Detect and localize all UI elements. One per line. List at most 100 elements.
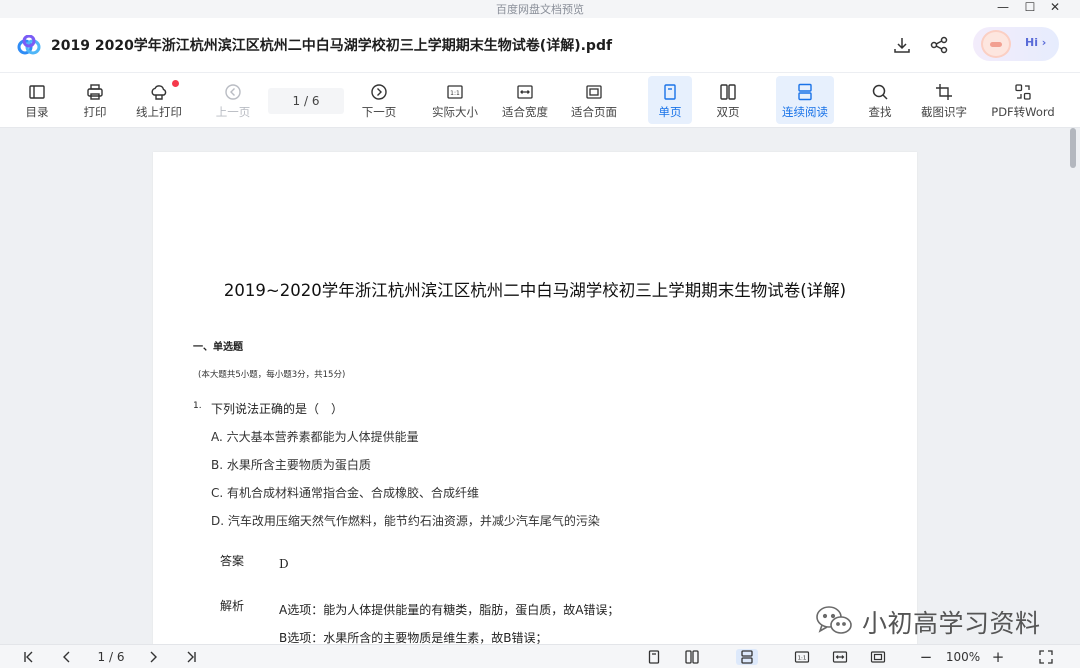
actual-size-bottom-button[interactable]: 1:1 — [792, 649, 812, 665]
next-page-bottom-button[interactable] — [144, 649, 162, 665]
single-page-label: 单页 — [658, 105, 682, 119]
ocr-button[interactable]: 截图识字 — [918, 76, 970, 124]
bottom-bar: 1 / 6 1:1 − 100% + — [0, 644, 1080, 668]
prev-page-bottom-button[interactable] — [58, 649, 76, 665]
double-page-button[interactable]: 双页 — [708, 76, 748, 124]
fit-page-bottom-button[interactable] — [868, 649, 888, 665]
hi-label: Hi › — [1025, 36, 1047, 49]
option-a: A. 六大基本营养素都能为人体提供能量 — [211, 430, 419, 444]
first-page-icon — [24, 651, 33, 663]
chevron-right-icon — [150, 651, 157, 663]
fullscreen-icon — [1039, 650, 1053, 664]
explanation-line: A选项：能为人体提供能量的有糖类，脂肪，蛋白质，故A错误； — [279, 603, 620, 617]
ocr-label: 截图识字 — [921, 105, 967, 119]
fit-width-icon — [832, 651, 848, 663]
document-page: 2019~2020学年浙江杭州滨江区杭州二中白马湖学校初三上学期期末生物试卷(详… — [153, 152, 917, 652]
header: 2019 2020学年浙江杭州滨江区杭州二中白马湖学校初三上学期期末生物试卷(详… — [0, 18, 1080, 72]
option-b: B. 水果所含主要物质为蛋白质 — [211, 458, 371, 472]
fit-width-label: 适合宽度 — [502, 105, 548, 119]
printer-icon — [87, 84, 103, 100]
answer-label: 答案 — [220, 554, 245, 568]
document-title: 2019 2020学年浙江杭州滨江区杭州二中白马湖学校初三上学期期末生物试卷(详… — [51, 38, 613, 54]
fit-width-icon — [517, 85, 533, 99]
double-page-icon — [720, 84, 736, 100]
crop-icon — [936, 84, 952, 100]
next-page-button[interactable]: 下一页 — [356, 76, 402, 124]
fit-page-icon — [586, 85, 602, 99]
zoom-in-button[interactable]: + — [988, 648, 1008, 666]
prev-page-label: 上一页 — [215, 105, 251, 119]
ai-assistant-button[interactable]: Hi › — [973, 27, 1059, 61]
section-note: (本大题共5小题，每小题3分，共15分) — [198, 370, 346, 380]
search-icon — [872, 84, 888, 100]
catalog-label: 目录 — [25, 105, 49, 119]
fullscreen-button[interactable] — [1036, 649, 1056, 665]
continuous-reading-label: 连续阅读 — [782, 105, 828, 119]
actual-size-button[interactable]: 1:1 实际大小 — [428, 76, 482, 124]
single-page-icon — [664, 84, 676, 100]
window-title-bar: 百度网盘文档预览 — ☐ ✕ — [0, 0, 1080, 18]
fit-page-button[interactable]: 适合页面 — [567, 76, 621, 124]
svg-text:1:1: 1:1 — [450, 90, 460, 97]
continuous-reading-button[interactable]: 连续阅读 — [776, 76, 834, 124]
vertical-scrollbar[interactable] — [1067, 128, 1080, 644]
cloud-print-icon — [151, 85, 167, 100]
double-page-icon — [685, 650, 699, 664]
option-d: D. 汽车改用压缩天然气作燃料，能节约石油资源，并减少汽车尾气的污染 — [211, 514, 600, 528]
print-label: 打印 — [83, 105, 107, 119]
prev-page-button[interactable]: 上一页 — [210, 76, 256, 124]
fit-page-label: 适合页面 — [571, 105, 617, 119]
actual-size-label: 实际大小 — [432, 105, 478, 119]
document-heading: 2019~2020学年浙江杭州滨江区杭州二中白马湖学校初三上学期期末生物试卷(详… — [223, 281, 847, 300]
continuous-reading-icon — [741, 650, 753, 664]
bottom-page-indicator[interactable]: 1 / 6 — [88, 649, 134, 665]
last-page-icon — [187, 651, 196, 663]
zoom-level[interactable]: 100% — [942, 649, 984, 665]
download-icon[interactable] — [891, 34, 913, 56]
explanation-label: 解析 — [220, 599, 245, 613]
zoom-out-button[interactable]: − — [916, 648, 936, 666]
page-number-input[interactable]: 1 / 6 — [268, 88, 344, 114]
wechat-icon — [816, 606, 852, 634]
baidu-netdisk-logo — [17, 35, 41, 55]
next-page-label: 下一页 — [361, 105, 397, 119]
catalog-icon — [29, 85, 45, 99]
print-button[interactable]: 打印 — [76, 76, 114, 124]
wechat-watermark-text: 小初高学习资料 — [862, 609, 1041, 638]
fit-page-icon — [870, 651, 886, 663]
continuous-reading-icon — [798, 83, 812, 101]
continuous-bottom-button[interactable] — [736, 649, 758, 665]
question-text: 下列说法正确的是（ ） — [211, 402, 344, 416]
single-page-button[interactable]: 单页 — [648, 76, 692, 124]
option-c: C. 有机合成材料通常指合金、合成橡胶、合成纤维 — [211, 486, 480, 500]
notification-dot — [172, 80, 179, 87]
question-number: 1. — [193, 401, 202, 411]
pdf-to-word-label: PDF转Word — [991, 105, 1055, 119]
maximize-button[interactable]: ☐ — [1021, 0, 1039, 14]
assistant-avatar — [981, 30, 1011, 58]
single-page-icon — [648, 650, 660, 664]
fit-width-bottom-button[interactable] — [830, 649, 850, 665]
catalog-button[interactable]: 目录 — [18, 76, 56, 124]
chevron-left-circle-icon — [225, 84, 241, 100]
actual-size-icon: 1:1 — [794, 651, 810, 663]
fit-width-button[interactable]: 适合宽度 — [498, 76, 552, 124]
first-page-button[interactable] — [20, 649, 38, 665]
chevron-left-icon — [63, 651, 70, 663]
pdf-convert-icon — [1015, 84, 1031, 100]
minimize-button[interactable]: — — [994, 0, 1012, 14]
chevron-right-circle-icon — [371, 84, 387, 100]
svg-text:1:1: 1:1 — [798, 656, 807, 662]
pdf-to-word-button[interactable]: PDF转Word — [988, 76, 1058, 124]
answer-value: D — [279, 557, 289, 571]
actual-size-icon: 1:1 — [447, 85, 463, 99]
double-page-bottom-button[interactable] — [682, 649, 702, 665]
close-button[interactable]: ✕ — [1046, 0, 1064, 14]
single-page-bottom-button[interactable] — [644, 649, 664, 665]
online-print-label: 线上打印 — [136, 105, 182, 119]
find-label: 查找 — [868, 105, 892, 119]
share-icon[interactable] — [928, 34, 950, 56]
scrollbar-thumb[interactable] — [1070, 128, 1076, 168]
find-button[interactable]: 查找 — [862, 76, 898, 124]
last-page-button[interactable] — [182, 649, 200, 665]
